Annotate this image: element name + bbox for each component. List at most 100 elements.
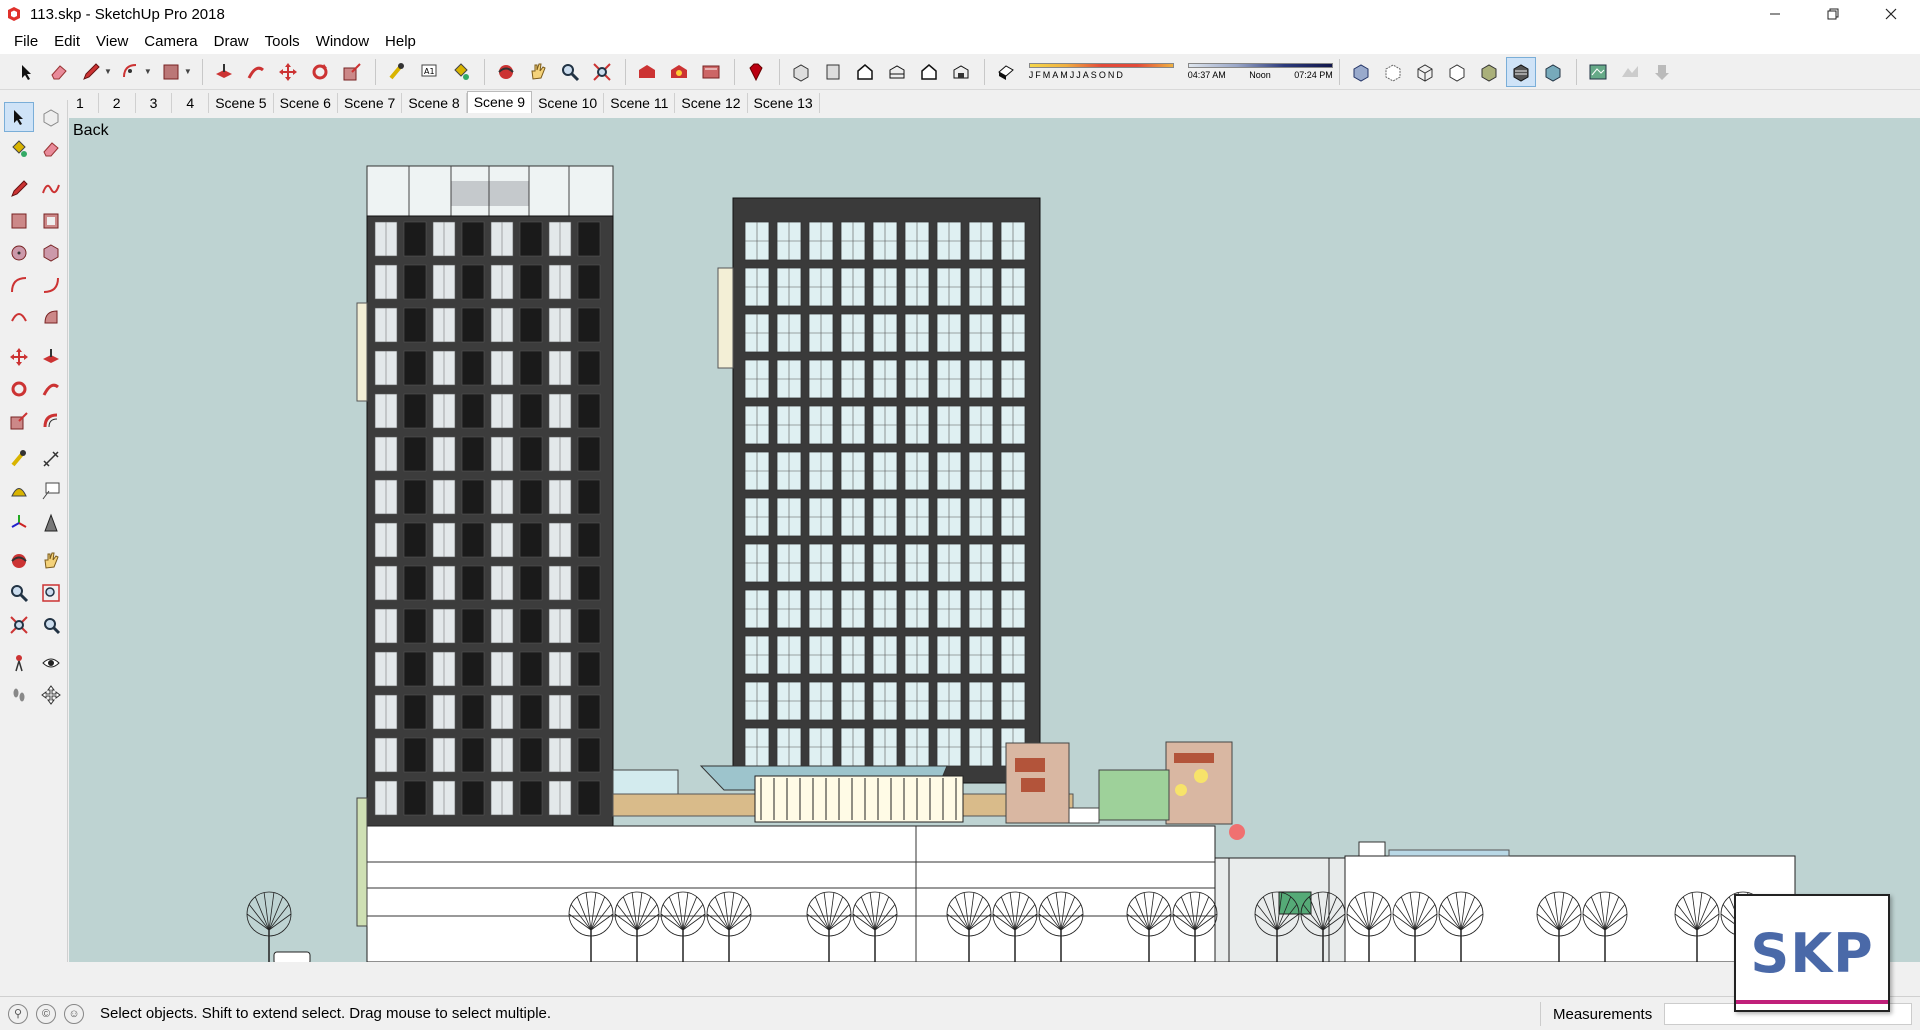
hidden-line-button[interactable] xyxy=(1442,57,1472,87)
scene-tab[interactable]: Scene 12 xyxy=(675,93,748,113)
scene-tab[interactable]: Scene 10 xyxy=(532,93,605,113)
scene-tab[interactable]: Scene 11 xyxy=(604,93,676,113)
menu-draw[interactable]: Draw xyxy=(206,33,257,50)
arc-tool-button[interactable] xyxy=(116,57,146,87)
view-front-button[interactable] xyxy=(850,57,880,87)
scale-tool[interactable] xyxy=(4,406,34,436)
menu-file[interactable]: File xyxy=(6,33,46,50)
scene-tab-active[interactable]: Scene 9 xyxy=(466,91,533,113)
wireframe-button[interactable] xyxy=(1410,57,1440,87)
toggle-terrain-button[interactable] xyxy=(1615,57,1645,87)
push-pull-tool[interactable] xyxy=(36,342,66,372)
select-tool-button[interactable] xyxy=(12,57,42,87)
eraser-tool[interactable] xyxy=(36,134,66,164)
circle-tool[interactable] xyxy=(4,238,34,268)
paint-bucket-tool[interactable] xyxy=(4,134,34,164)
look-around-tool[interactable] xyxy=(36,648,66,678)
view-right-button[interactable] xyxy=(882,57,912,87)
shadow-time-slider[interactable]: 04:37 AM Noon 07:24 PM xyxy=(1187,63,1333,80)
orbit-button[interactable] xyxy=(491,57,521,87)
three-point-arc-tool[interactable] xyxy=(4,302,34,332)
tape-measure-button[interactable] xyxy=(382,57,412,87)
user-account-icon[interactable]: ☺ xyxy=(64,1003,84,1024)
view-top-button[interactable] xyxy=(818,57,848,87)
pie-tool[interactable] xyxy=(36,302,66,332)
make-component-tool[interactable] xyxy=(36,102,66,132)
move-tool-button[interactable] xyxy=(273,57,303,87)
follow-me-tool[interactable] xyxy=(36,374,66,404)
line-tool-button[interactable] xyxy=(76,57,106,87)
monochrome-button[interactable] xyxy=(1538,57,1568,87)
walk-tool[interactable] xyxy=(4,680,34,710)
view-iso-button[interactable] xyxy=(786,57,816,87)
scene-tab[interactable]: Scene 8 xyxy=(402,93,467,113)
scene-tab[interactable]: Scene 5 xyxy=(209,93,274,113)
menu-view[interactable]: View xyxy=(88,33,136,50)
shape-dropdown-icon[interactable]: ▼ xyxy=(184,67,192,76)
arc-dropdown-icon[interactable]: ▼ xyxy=(144,67,152,76)
restore-button[interactable] xyxy=(1804,0,1862,28)
text-tool-button[interactable]: A1 xyxy=(414,57,444,87)
minimize-button[interactable] xyxy=(1746,0,1804,28)
paint-bucket-button[interactable] xyxy=(446,57,476,87)
scene-tab[interactable]: Scene 13 xyxy=(748,93,820,113)
pan-button[interactable] xyxy=(523,57,553,87)
text-tool[interactable] xyxy=(36,476,66,506)
extension-warehouse-button[interactable] xyxy=(696,57,726,87)
photo-textures-button[interactable] xyxy=(1647,57,1677,87)
polygon-tool[interactable] xyxy=(36,238,66,268)
close-button[interactable] xyxy=(1862,0,1920,28)
zoom-extents-button[interactable] xyxy=(587,57,617,87)
view-left-button[interactable] xyxy=(946,57,976,87)
axes-tool[interactable] xyxy=(4,508,34,538)
menu-help[interactable]: Help xyxy=(377,33,424,50)
offset-tool[interactable] xyxy=(36,406,66,436)
menu-camera[interactable]: Camera xyxy=(136,33,205,50)
position-camera-tool[interactable] xyxy=(4,648,34,678)
dimension-tool[interactable] xyxy=(36,444,66,474)
shadows-toggle-button[interactable] xyxy=(991,57,1021,87)
scene-tab[interactable]: Scene 7 xyxy=(338,93,403,113)
time-slider-track[interactable] xyxy=(1187,63,1333,68)
push-pull-button[interactable] xyxy=(209,57,239,87)
menu-tools[interactable]: Tools xyxy=(257,33,308,50)
rotated-rectangle-tool[interactable] xyxy=(36,206,66,236)
arc-tool[interactable] xyxy=(4,270,34,300)
3d-text-tool[interactable] xyxy=(36,508,66,538)
zoom-button[interactable] xyxy=(555,57,585,87)
zoom-tool[interactable] xyxy=(4,578,34,608)
scene-tab[interactable]: Scene 6 xyxy=(274,93,338,113)
rectangle-tool[interactable] xyxy=(4,206,34,236)
line-tool[interactable] xyxy=(4,174,34,204)
xray-button[interactable] xyxy=(1346,57,1376,87)
previous-view-tool[interactable] xyxy=(36,610,66,640)
rotate-tool[interactable] xyxy=(4,374,34,404)
menu-edit[interactable]: Edit xyxy=(46,33,88,50)
warehouse-button[interactable] xyxy=(632,57,662,87)
zoom-window-tool[interactable] xyxy=(36,578,66,608)
rotate-tool-button[interactable] xyxy=(305,57,335,87)
share-model-button[interactable] xyxy=(664,57,694,87)
shaded-button[interactable] xyxy=(1474,57,1504,87)
scene-tab[interactable]: 3 xyxy=(136,93,173,113)
scene-tab[interactable]: 4 xyxy=(172,93,210,113)
modeling-viewport[interactable]: Back xyxy=(69,118,1920,962)
scale-tool-button[interactable] xyxy=(337,57,367,87)
menu-window[interactable]: Window xyxy=(308,33,377,50)
tape-measure-tool[interactable] xyxy=(4,444,34,474)
select-tool[interactable] xyxy=(4,102,34,132)
view-back-button[interactable] xyxy=(914,57,944,87)
protractor-tool[interactable] xyxy=(4,476,34,506)
geo-location-icon[interactable]: ⚲ xyxy=(8,1003,28,1024)
zoom-extents-tool[interactable] xyxy=(4,610,34,640)
eraser-tool-button[interactable] xyxy=(44,57,74,87)
ruby-console-button[interactable] xyxy=(741,57,771,87)
orbit-tool[interactable] xyxy=(4,546,34,576)
shape-tool-button[interactable] xyxy=(156,57,186,87)
shadow-date-slider[interactable]: J F M A M J J A S O N D xyxy=(1028,63,1174,80)
section-plane-tool[interactable] xyxy=(36,680,66,710)
move-tool[interactable] xyxy=(4,342,34,372)
date-slider-track[interactable] xyxy=(1028,63,1174,68)
shaded-textures-button[interactable] xyxy=(1505,56,1536,87)
credits-icon[interactable]: © xyxy=(36,1003,56,1024)
